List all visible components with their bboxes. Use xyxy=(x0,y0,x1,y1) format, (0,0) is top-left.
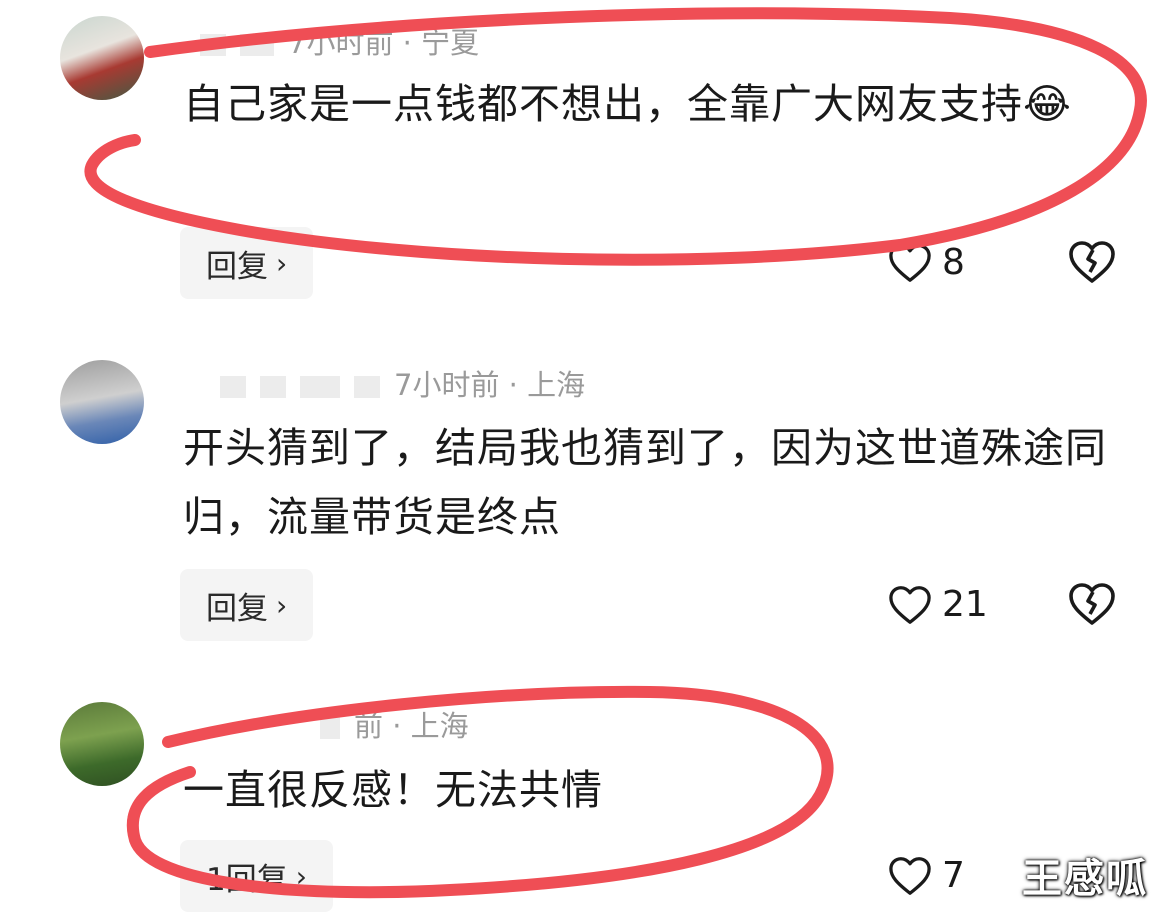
avatar[interactable] xyxy=(60,360,144,444)
blurred-username xyxy=(220,376,246,398)
comment-text: 自己家是一点钱都不想出，全靠广大网友支持😂 xyxy=(183,80,1072,128)
laughing-emoji-icon: 😂 xyxy=(1023,80,1072,128)
avatar[interactable] xyxy=(60,702,144,786)
like-count: 8 xyxy=(942,242,965,283)
broken-heart-icon xyxy=(1069,241,1115,283)
blurred-username xyxy=(320,717,340,739)
dislike-button[interactable] xyxy=(1068,582,1116,630)
blurred-username xyxy=(300,376,340,398)
dislike-button[interactable] xyxy=(1068,240,1116,288)
broken-heart-icon xyxy=(1069,583,1115,625)
reply-button[interactable]: 回复 › xyxy=(180,569,314,641)
heart-outline-icon xyxy=(889,243,931,282)
like-button[interactable]: 8 xyxy=(888,242,965,283)
blurred-username xyxy=(240,34,274,56)
like-button[interactable]: 7 xyxy=(888,855,965,896)
comment-text: 开头猜到了，结局我也猜到了，因为这世道殊途同归，流量带货是终点 xyxy=(183,424,1107,541)
chevron-right-icon: › xyxy=(276,246,288,280)
reply-button[interactable]: 1回复 › xyxy=(180,840,333,912)
blurred-username xyxy=(354,376,380,398)
chevron-right-icon: › xyxy=(276,588,288,622)
heart-outline-icon xyxy=(889,585,931,624)
comment-meta: 7小时前 · 宁夏 xyxy=(200,20,479,62)
comment-text: 一直很反感！无法共情 xyxy=(183,766,603,814)
comment-meta: 前 · 上海 xyxy=(320,703,469,745)
chevron-right-icon: › xyxy=(295,859,307,893)
blurred-username xyxy=(260,376,286,398)
watermark: 王感呱 xyxy=(1022,856,1148,902)
heart-outline-icon xyxy=(889,856,931,895)
like-button[interactable]: 21 xyxy=(888,584,988,625)
like-count: 21 xyxy=(942,584,988,625)
like-count: 7 xyxy=(942,855,965,896)
reply-button[interactable]: 回复 › xyxy=(180,227,314,299)
blurred-username xyxy=(200,34,226,56)
comment-meta: 7小时前 · 上海 xyxy=(220,362,585,404)
avatar[interactable] xyxy=(60,16,144,100)
